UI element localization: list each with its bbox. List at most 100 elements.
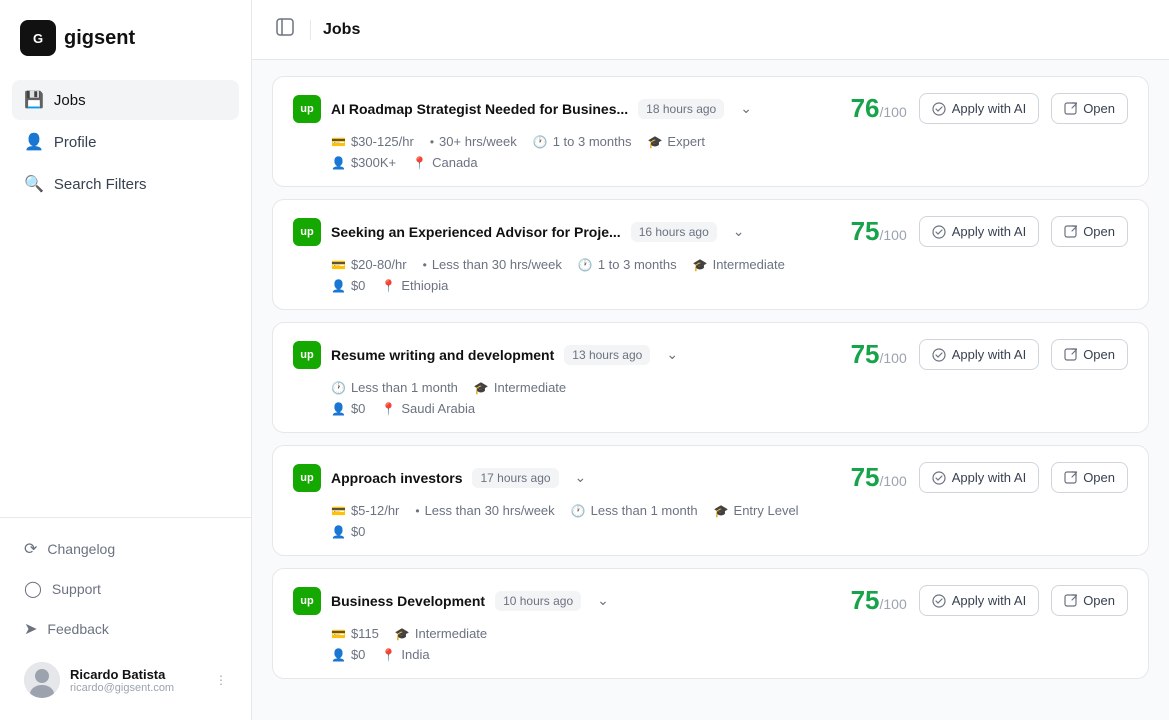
user-info: Ricardo Batista ricardo@gigsent.com bbox=[70, 667, 205, 694]
logo-text: gigsent bbox=[64, 27, 135, 50]
expand-button[interactable]: ⌄ bbox=[727, 221, 751, 242]
job-card: up Business Development 10 hours ago ⌄ 7… bbox=[272, 568, 1149, 679]
score: 75/100 bbox=[851, 462, 907, 493]
score: 75/100 bbox=[851, 339, 907, 370]
open-button[interactable]: Open bbox=[1051, 462, 1128, 493]
job-card-header: up Business Development 10 hours ago ⌄ 7… bbox=[293, 585, 1128, 616]
logo: G gigsent bbox=[0, 0, 251, 72]
person-icon: 👤 bbox=[24, 132, 44, 152]
send-icon: ➤ bbox=[24, 619, 37, 639]
job-right: 76/100 Apply with AI Open bbox=[851, 93, 1128, 124]
sidebar-bottom: ⟳ Changelog ◯ Support ➤ Feedback Ricardo… bbox=[0, 517, 251, 720]
svg-text:G: G bbox=[33, 31, 43, 46]
job-right: 75/100 Apply with AI Open bbox=[851, 216, 1128, 247]
job-list: up AI Roadmap Strategist Needed for Busi… bbox=[252, 60, 1169, 720]
platform-badge: up bbox=[293, 218, 321, 246]
open-button[interactable]: Open bbox=[1051, 585, 1128, 616]
job-card: up AI Roadmap Strategist Needed for Busi… bbox=[272, 76, 1149, 187]
sidebar-nav: 💾 Jobs 👤 Profile 🔍 Search Filters bbox=[0, 72, 251, 517]
apply-ai-button[interactable]: Apply with AI bbox=[919, 339, 1039, 370]
user-name: Ricardo Batista bbox=[70, 667, 205, 682]
platform-badge: up bbox=[293, 95, 321, 123]
job-title: AI Roadmap Strategist Needed for Busines… bbox=[331, 101, 628, 117]
score: 76/100 bbox=[851, 93, 907, 124]
open-button[interactable]: Open bbox=[1051, 216, 1128, 247]
job-meta-row1: 💳 $5-12/hr • Less than 30 hrs/week 🕐 Les… bbox=[293, 503, 1128, 518]
job-title: Resume writing and development bbox=[331, 347, 554, 363]
job-card-header: up Seeking an Experienced Advisor for Pr… bbox=[293, 216, 1128, 247]
expand-button[interactable]: ⌄ bbox=[734, 98, 758, 119]
avatar bbox=[24, 662, 60, 698]
job-card: up Approach investors 17 hours ago ⌄ 75/… bbox=[272, 445, 1149, 556]
platform-badge: up bbox=[293, 464, 321, 492]
job-card-header: up AI Roadmap Strategist Needed for Busi… bbox=[293, 93, 1128, 124]
job-meta-row2: 👤 $0 📍 Ethiopia bbox=[293, 278, 1128, 293]
sidebar-item-profile[interactable]: 👤 Profile bbox=[12, 122, 239, 162]
job-left: up Resume writing and development 13 hou… bbox=[293, 341, 851, 369]
job-title: Seeking an Experienced Advisor for Proje… bbox=[331, 224, 621, 240]
job-card: up Resume writing and development 13 hou… bbox=[272, 322, 1149, 433]
job-meta-row1: 🕐 Less than 1 month 🎓 Intermediate bbox=[293, 380, 1128, 395]
score: 75/100 bbox=[851, 585, 907, 616]
open-button[interactable]: Open bbox=[1051, 93, 1128, 124]
job-meta-row1: 💳 $115 🎓 Intermediate bbox=[293, 626, 1128, 641]
apply-ai-button[interactable]: Apply with AI bbox=[919, 585, 1039, 616]
time-badge: 18 hours ago bbox=[638, 99, 724, 119]
help-circle-icon: ◯ bbox=[24, 579, 42, 599]
expand-button[interactable]: ⌄ bbox=[569, 467, 593, 488]
refresh-icon: ⟳ bbox=[24, 539, 37, 559]
job-left: up Seeking an Experienced Advisor for Pr… bbox=[293, 218, 851, 246]
job-left: up AI Roadmap Strategist Needed for Busi… bbox=[293, 95, 851, 123]
job-right: 75/100 Apply with AI Open bbox=[851, 585, 1128, 616]
job-card: up Seeking an Experienced Advisor for Pr… bbox=[272, 199, 1149, 310]
job-left: up Approach investors 17 hours ago ⌄ bbox=[293, 464, 851, 492]
sidebar-item-search-filters-label: Search Filters bbox=[54, 176, 147, 193]
header-divider bbox=[310, 20, 311, 40]
user-row[interactable]: Ricardo Batista ricardo@gigsent.com ⋮ bbox=[12, 652, 239, 708]
main-header: Jobs bbox=[252, 0, 1169, 60]
sidebar-item-jobs-label: Jobs bbox=[54, 92, 86, 109]
changelog-label: Changelog bbox=[47, 541, 115, 557]
user-email: ricardo@gigsent.com bbox=[70, 682, 205, 694]
briefcase-icon: 💾 bbox=[24, 90, 44, 110]
sidebar-item-jobs[interactable]: 💾 Jobs bbox=[12, 80, 239, 120]
job-meta-row1: 💳 $20-80/hr • Less than 30 hrs/week 🕐 1 … bbox=[293, 257, 1128, 272]
logo-icon: G bbox=[20, 20, 56, 56]
feedback-label: Feedback bbox=[47, 621, 108, 637]
time-badge: 17 hours ago bbox=[472, 468, 558, 488]
sidebar-item-changelog[interactable]: ⟳ Changelog bbox=[12, 530, 239, 568]
chevron-icon: ⋮ bbox=[215, 673, 227, 687]
platform-badge: up bbox=[293, 587, 321, 615]
search-icon: 🔍 bbox=[24, 174, 44, 194]
score: 75/100 bbox=[851, 216, 907, 247]
expand-button[interactable]: ⌄ bbox=[660, 344, 684, 365]
apply-ai-button[interactable]: Apply with AI bbox=[919, 462, 1039, 493]
support-label: Support bbox=[52, 581, 101, 597]
time-badge: 10 hours ago bbox=[495, 591, 581, 611]
sidebar-item-search-filters[interactable]: 🔍 Search Filters bbox=[12, 164, 239, 204]
expand-button[interactable]: ⌄ bbox=[591, 590, 615, 611]
time-badge: 16 hours ago bbox=[631, 222, 717, 242]
open-button[interactable]: Open bbox=[1051, 339, 1128, 370]
job-meta-row2: 👤 $0 📍 India bbox=[293, 647, 1128, 662]
apply-ai-button[interactable]: Apply with AI bbox=[919, 93, 1039, 124]
page-title: Jobs bbox=[323, 21, 360, 39]
sidebar-item-support[interactable]: ◯ Support bbox=[12, 570, 239, 608]
platform-badge: up bbox=[293, 341, 321, 369]
job-card-header: up Approach investors 17 hours ago ⌄ 75/… bbox=[293, 462, 1128, 493]
apply-ai-button[interactable]: Apply with AI bbox=[919, 216, 1039, 247]
job-meta-row2: 👤 $300K+ 📍 Canada bbox=[293, 155, 1128, 170]
job-title: Business Development bbox=[331, 593, 485, 609]
main: Jobs up AI Roadmap Strategist Needed for… bbox=[252, 0, 1169, 720]
sidebar-toggle-button[interactable] bbox=[272, 14, 298, 45]
sidebar-item-feedback[interactable]: ➤ Feedback bbox=[12, 610, 239, 648]
sidebar: G gigsent 💾 Jobs 👤 Profile 🔍 Search Filt… bbox=[0, 0, 252, 720]
job-title: Approach investors bbox=[331, 470, 462, 486]
sidebar-item-profile-label: Profile bbox=[54, 134, 97, 151]
job-meta-row2: 👤 $0 📍 Saudi Arabia bbox=[293, 401, 1128, 416]
job-right: 75/100 Apply with AI Open bbox=[851, 462, 1128, 493]
time-badge: 13 hours ago bbox=[564, 345, 650, 365]
job-left: up Business Development 10 hours ago ⌄ bbox=[293, 587, 851, 615]
job-meta-row1: 💳 $30-125/hr • 30+ hrs/week 🕐 1 to 3 mon… bbox=[293, 134, 1128, 149]
job-meta-row2: 👤 $0 bbox=[293, 524, 1128, 539]
